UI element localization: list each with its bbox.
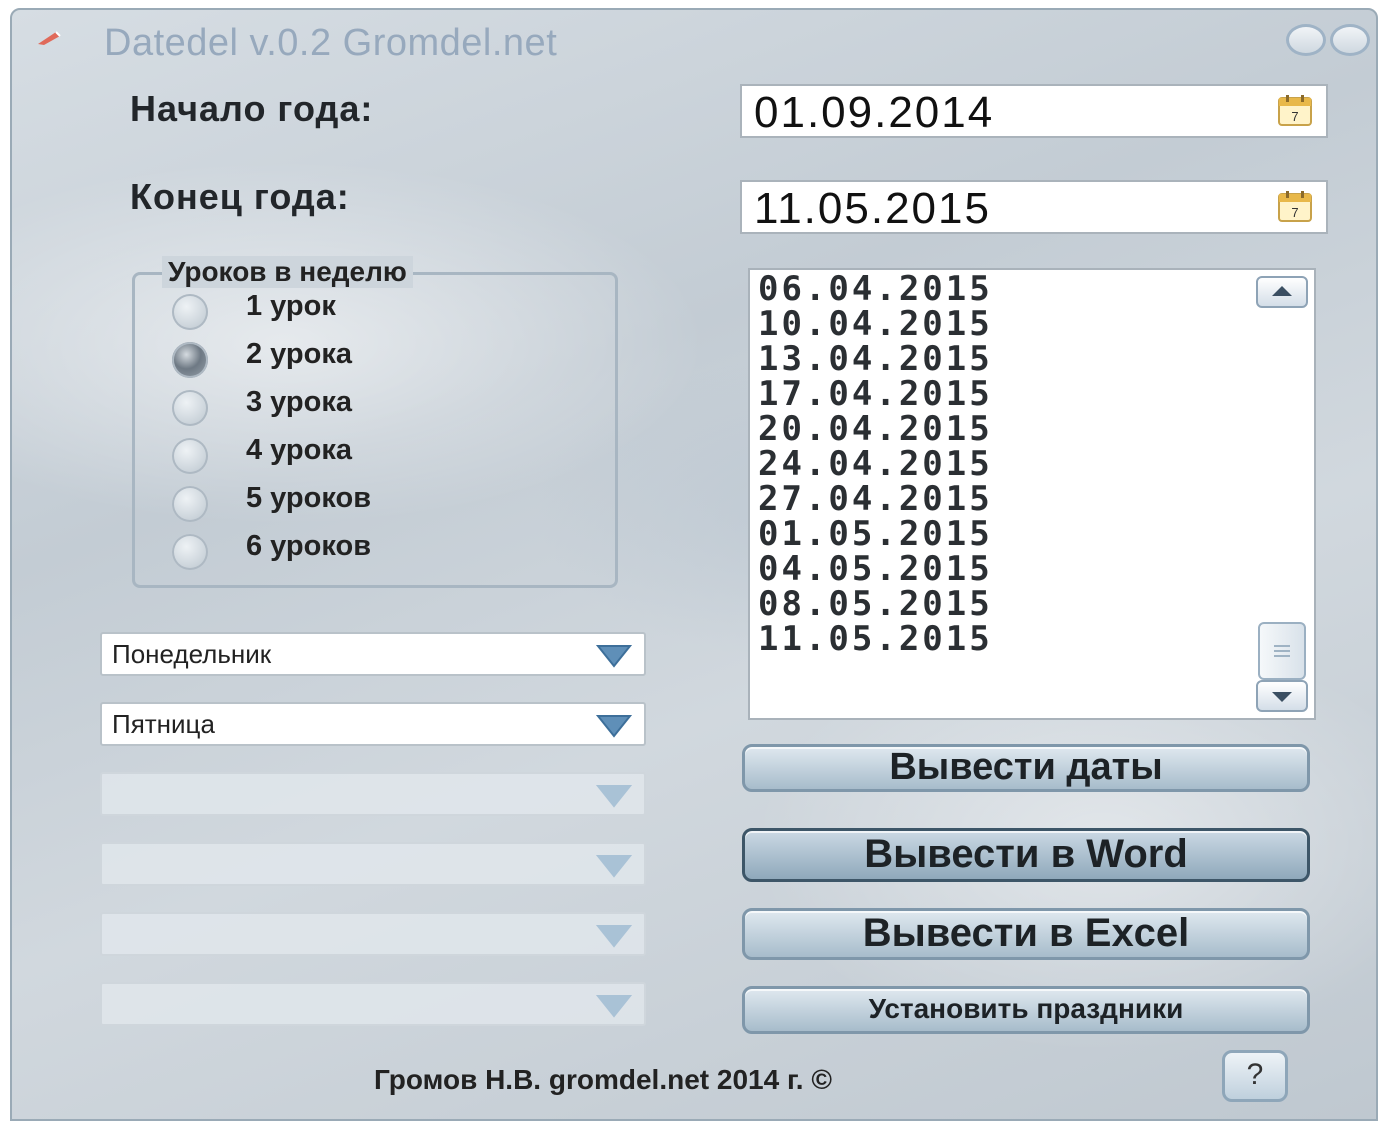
lessons-per-week-title: Уроков в неделю — [162, 256, 413, 288]
show-dates-button[interactable]: Вывести даты — [742, 744, 1310, 792]
calendar-icon[interactable]: 7 — [1278, 94, 1312, 126]
radio-label: 6 уроков — [246, 530, 372, 562]
chevron-down-icon — [595, 925, 633, 948]
day-select-value: Пятница — [112, 709, 215, 739]
close-icon[interactable] — [1330, 24, 1370, 56]
list-item[interactable]: 17.04.2015 — [758, 377, 993, 412]
day-select-2[interactable]: Пятница — [100, 702, 646, 746]
minimize-icon[interactable] — [1286, 24, 1326, 56]
list-item[interactable]: 08.05.2015 — [758, 587, 993, 622]
svg-text:7: 7 — [1291, 205, 1298, 220]
day-select-3 — [100, 772, 646, 816]
dates-list: 06.04.2015 10.04.2015 13.04.2015 17.04.2… — [758, 272, 993, 657]
grip-icon — [1274, 645, 1290, 657]
list-item[interactable]: 20.04.2015 — [758, 412, 993, 447]
radio-label: 4 урока — [246, 434, 353, 466]
radio-label: 1 урок — [246, 290, 336, 322]
scroll-down-button[interactable] — [1256, 680, 1308, 712]
window-title: Datedel v.0.2 Gromdel.net — [104, 22, 558, 64]
radio-label: 5 уроков — [246, 482, 372, 514]
day-select-5 — [100, 912, 646, 956]
chevron-down-icon[interactable] — [594, 710, 634, 740]
scroll-up-button[interactable] — [1256, 276, 1308, 308]
set-holidays-button[interactable]: Установить праздники — [742, 986, 1310, 1034]
chevron-up-icon — [1272, 286, 1292, 296]
chevron-down-icon[interactable] — [594, 640, 634, 670]
list-item[interactable]: 06.04.2015 — [758, 272, 993, 307]
chevron-down-icon — [595, 785, 633, 808]
radio-label: 2 урока — [246, 338, 353, 370]
list-item[interactable]: 24.04.2015 — [758, 447, 993, 482]
radio-button-checked-icon[interactable] — [172, 342, 208, 378]
copyright-footer: Громов Н.В. gromdel.net 2014 г. © — [374, 1064, 832, 1095]
svg-text:7: 7 — [1291, 109, 1298, 124]
title-bar[interactable]: Datedel v.0.2 Gromdel.net — [12, 10, 1376, 68]
end-date-label: Конец года: — [130, 176, 350, 217]
radio-button-icon[interactable] — [172, 534, 208, 570]
chevron-down-icon — [1272, 692, 1292, 702]
day-select-4 — [100, 842, 646, 886]
export-word-button[interactable]: Вывести в Word — [742, 828, 1310, 882]
scrollbar-thumb[interactable] — [1258, 622, 1306, 680]
chevron-down-icon — [595, 855, 633, 878]
radio-button-icon[interactable] — [172, 390, 208, 426]
start-date-label: Начало года: — [130, 88, 374, 129]
list-item[interactable]: 11.05.2015 — [758, 622, 993, 657]
list-item[interactable]: 04.05.2015 — [758, 552, 993, 587]
day-select-6 — [100, 982, 646, 1026]
day-select-1[interactable]: Понедельник — [100, 632, 646, 676]
app-logo-icon — [38, 31, 61, 45]
list-item[interactable]: 27.04.2015 — [758, 482, 993, 517]
radio-button-icon[interactable] — [172, 486, 208, 522]
list-item[interactable]: 01.05.2015 — [758, 517, 993, 552]
list-item[interactable]: 10.04.2015 — [758, 307, 993, 342]
export-excel-button[interactable]: Вывести в Excel — [742, 908, 1310, 960]
radio-label: 3 урока — [246, 386, 353, 418]
radio-button-icon[interactable] — [172, 438, 208, 474]
dates-listbox[interactable]: 06.04.2015 10.04.2015 13.04.2015 17.04.2… — [748, 268, 1316, 720]
help-button[interactable]: ? — [1222, 1050, 1288, 1102]
list-item[interactable]: 13.04.2015 — [758, 342, 993, 377]
chevron-down-icon — [595, 995, 633, 1018]
end-date-picker[interactable]: 11.05.2015 7 — [740, 180, 1328, 234]
app-window: Datedel v.0.2 Gromdel.net Начало года: 0… — [10, 8, 1378, 1121]
end-date-value: 11.05.2015 — [754, 184, 991, 233]
start-date-value: 01.09.2014 — [754, 88, 995, 137]
day-select-value: Понедельник — [112, 639, 272, 669]
start-date-picker[interactable]: 01.09.2014 7 — [740, 84, 1328, 138]
calendar-icon[interactable]: 7 — [1278, 190, 1312, 222]
radio-button-icon[interactable] — [172, 294, 208, 330]
